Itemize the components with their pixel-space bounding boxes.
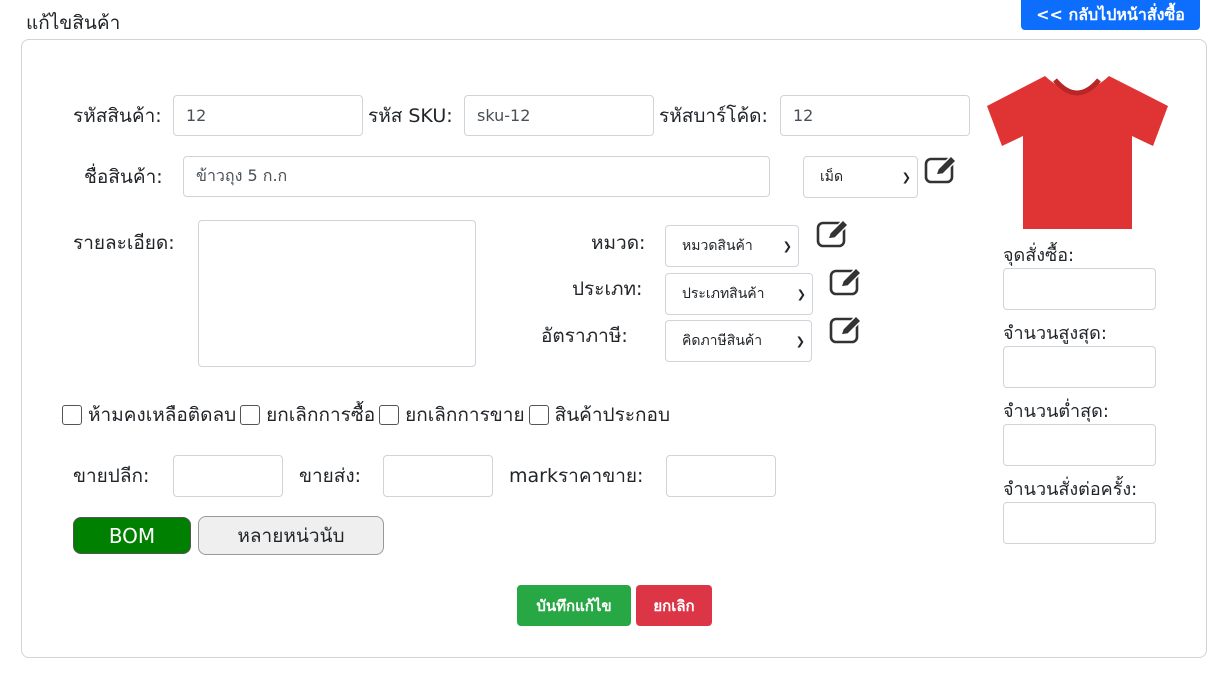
assembled-product-label: สินค้าประกอบ	[554, 404, 671, 426]
tax-rate-select-value: คิดภาษีสินค้า	[682, 333, 763, 349]
back-to-order-button[interactable]: << กลับไปหน้าสั่งซื้อ	[1021, 0, 1200, 30]
reorder-point-input[interactable]	[1003, 268, 1156, 310]
cancel-sale-checkbox[interactable]	[379, 405, 400, 425]
assembled-product-checkbox[interactable]	[528, 405, 549, 425]
retail-price-label: ขายปลีก:	[73, 465, 150, 487]
wholesale-price-input[interactable]	[383, 455, 493, 497]
multi-unit-button[interactable]: หลายหน่วนับ	[198, 516, 384, 555]
min-qty-input[interactable]	[1003, 424, 1156, 466]
product-name-label: ชื่อสินค้า:	[84, 166, 163, 188]
sku-input[interactable]	[464, 95, 654, 136]
type-select-value: ประเภทสินค้า	[682, 286, 765, 302]
sku-label: รหัส SKU:	[368, 105, 453, 127]
chevron-down-icon: ❯	[796, 287, 806, 301]
product-name-input[interactable]	[183, 156, 770, 197]
unit-select[interactable]: เม็ด ❯	[803, 156, 918, 198]
page-title: แก้ไขสินค้า	[26, 12, 121, 34]
markup-price-input[interactable]	[666, 455, 776, 497]
edit-unit-icon[interactable]	[924, 155, 958, 185]
order-qty-input[interactable]	[1003, 502, 1156, 544]
retail-price-input[interactable]	[173, 455, 283, 497]
reorder-point-label: จุดสั่งซื้อ:	[1003, 245, 1075, 266]
no-negative-stock-label: ห้ามคงเหลือติดลบ	[88, 404, 237, 426]
chevron-down-icon: ❯	[795, 334, 805, 348]
category-select-value: หมวดสินค้า	[682, 238, 753, 254]
barcode-label: รหัสบาร์โค้ด:	[659, 105, 768, 127]
type-select[interactable]: ประเภทสินค้า ❯	[665, 273, 813, 315]
order-qty-label: จำนวนสั่งต่อครั้ง:	[1003, 479, 1138, 500]
cancel-purchase-checkbox[interactable]	[240, 405, 261, 425]
unit-select-value: เม็ด	[820, 169, 844, 185]
cancel-button[interactable]: ยกเลิก	[636, 585, 712, 626]
cancel-purchase-label: ยกเลิกการซื้อ	[266, 404, 376, 426]
description-label: รายละเอียด:	[73, 232, 175, 254]
edit-tax-rate-icon[interactable]	[829, 315, 863, 345]
product-code-label: รหัสสินค้า:	[73, 105, 162, 127]
cancel-sale-label: ยกเลิกการขาย	[405, 404, 525, 426]
edit-category-icon[interactable]	[816, 219, 850, 249]
category-label: หมวด:	[591, 232, 646, 254]
tshirt-icon	[987, 76, 1168, 229]
max-qty-input[interactable]	[1003, 346, 1156, 388]
save-edit-button[interactable]: บันทึกแก้ไข	[517, 585, 631, 626]
edit-type-icon[interactable]	[829, 267, 863, 297]
type-label: ประเภท:	[572, 278, 643, 300]
product-code-input[interactable]	[173, 95, 363, 136]
bom-button[interactable]: BOM	[73, 517, 191, 554]
markup-price-label: markราคาขาย:	[509, 465, 644, 487]
chevron-down-icon: ❯	[901, 170, 911, 184]
option-checkboxes: ห้ามคงเหลือติดลบ ยกเลิกการซื้อ ยกเลิกการ…	[62, 400, 674, 430]
description-textarea[interactable]	[198, 220, 476, 367]
chevron-down-icon: ❯	[782, 239, 792, 253]
max-qty-label: จำนวนสูงสุด:	[1003, 323, 1107, 344]
category-select[interactable]: หมวดสินค้า ❯	[665, 225, 799, 267]
tax-rate-label: อัตราภาษี:	[541, 325, 628, 347]
min-qty-label: จำนวนต่ำสุด:	[1003, 401, 1109, 422]
barcode-input[interactable]	[780, 95, 970, 136]
wholesale-price-label: ขายส่ง:	[299, 465, 362, 487]
no-negative-stock-checkbox[interactable]	[62, 405, 82, 425]
tax-rate-select[interactable]: คิดภาษีสินค้า ❯	[665, 320, 812, 362]
